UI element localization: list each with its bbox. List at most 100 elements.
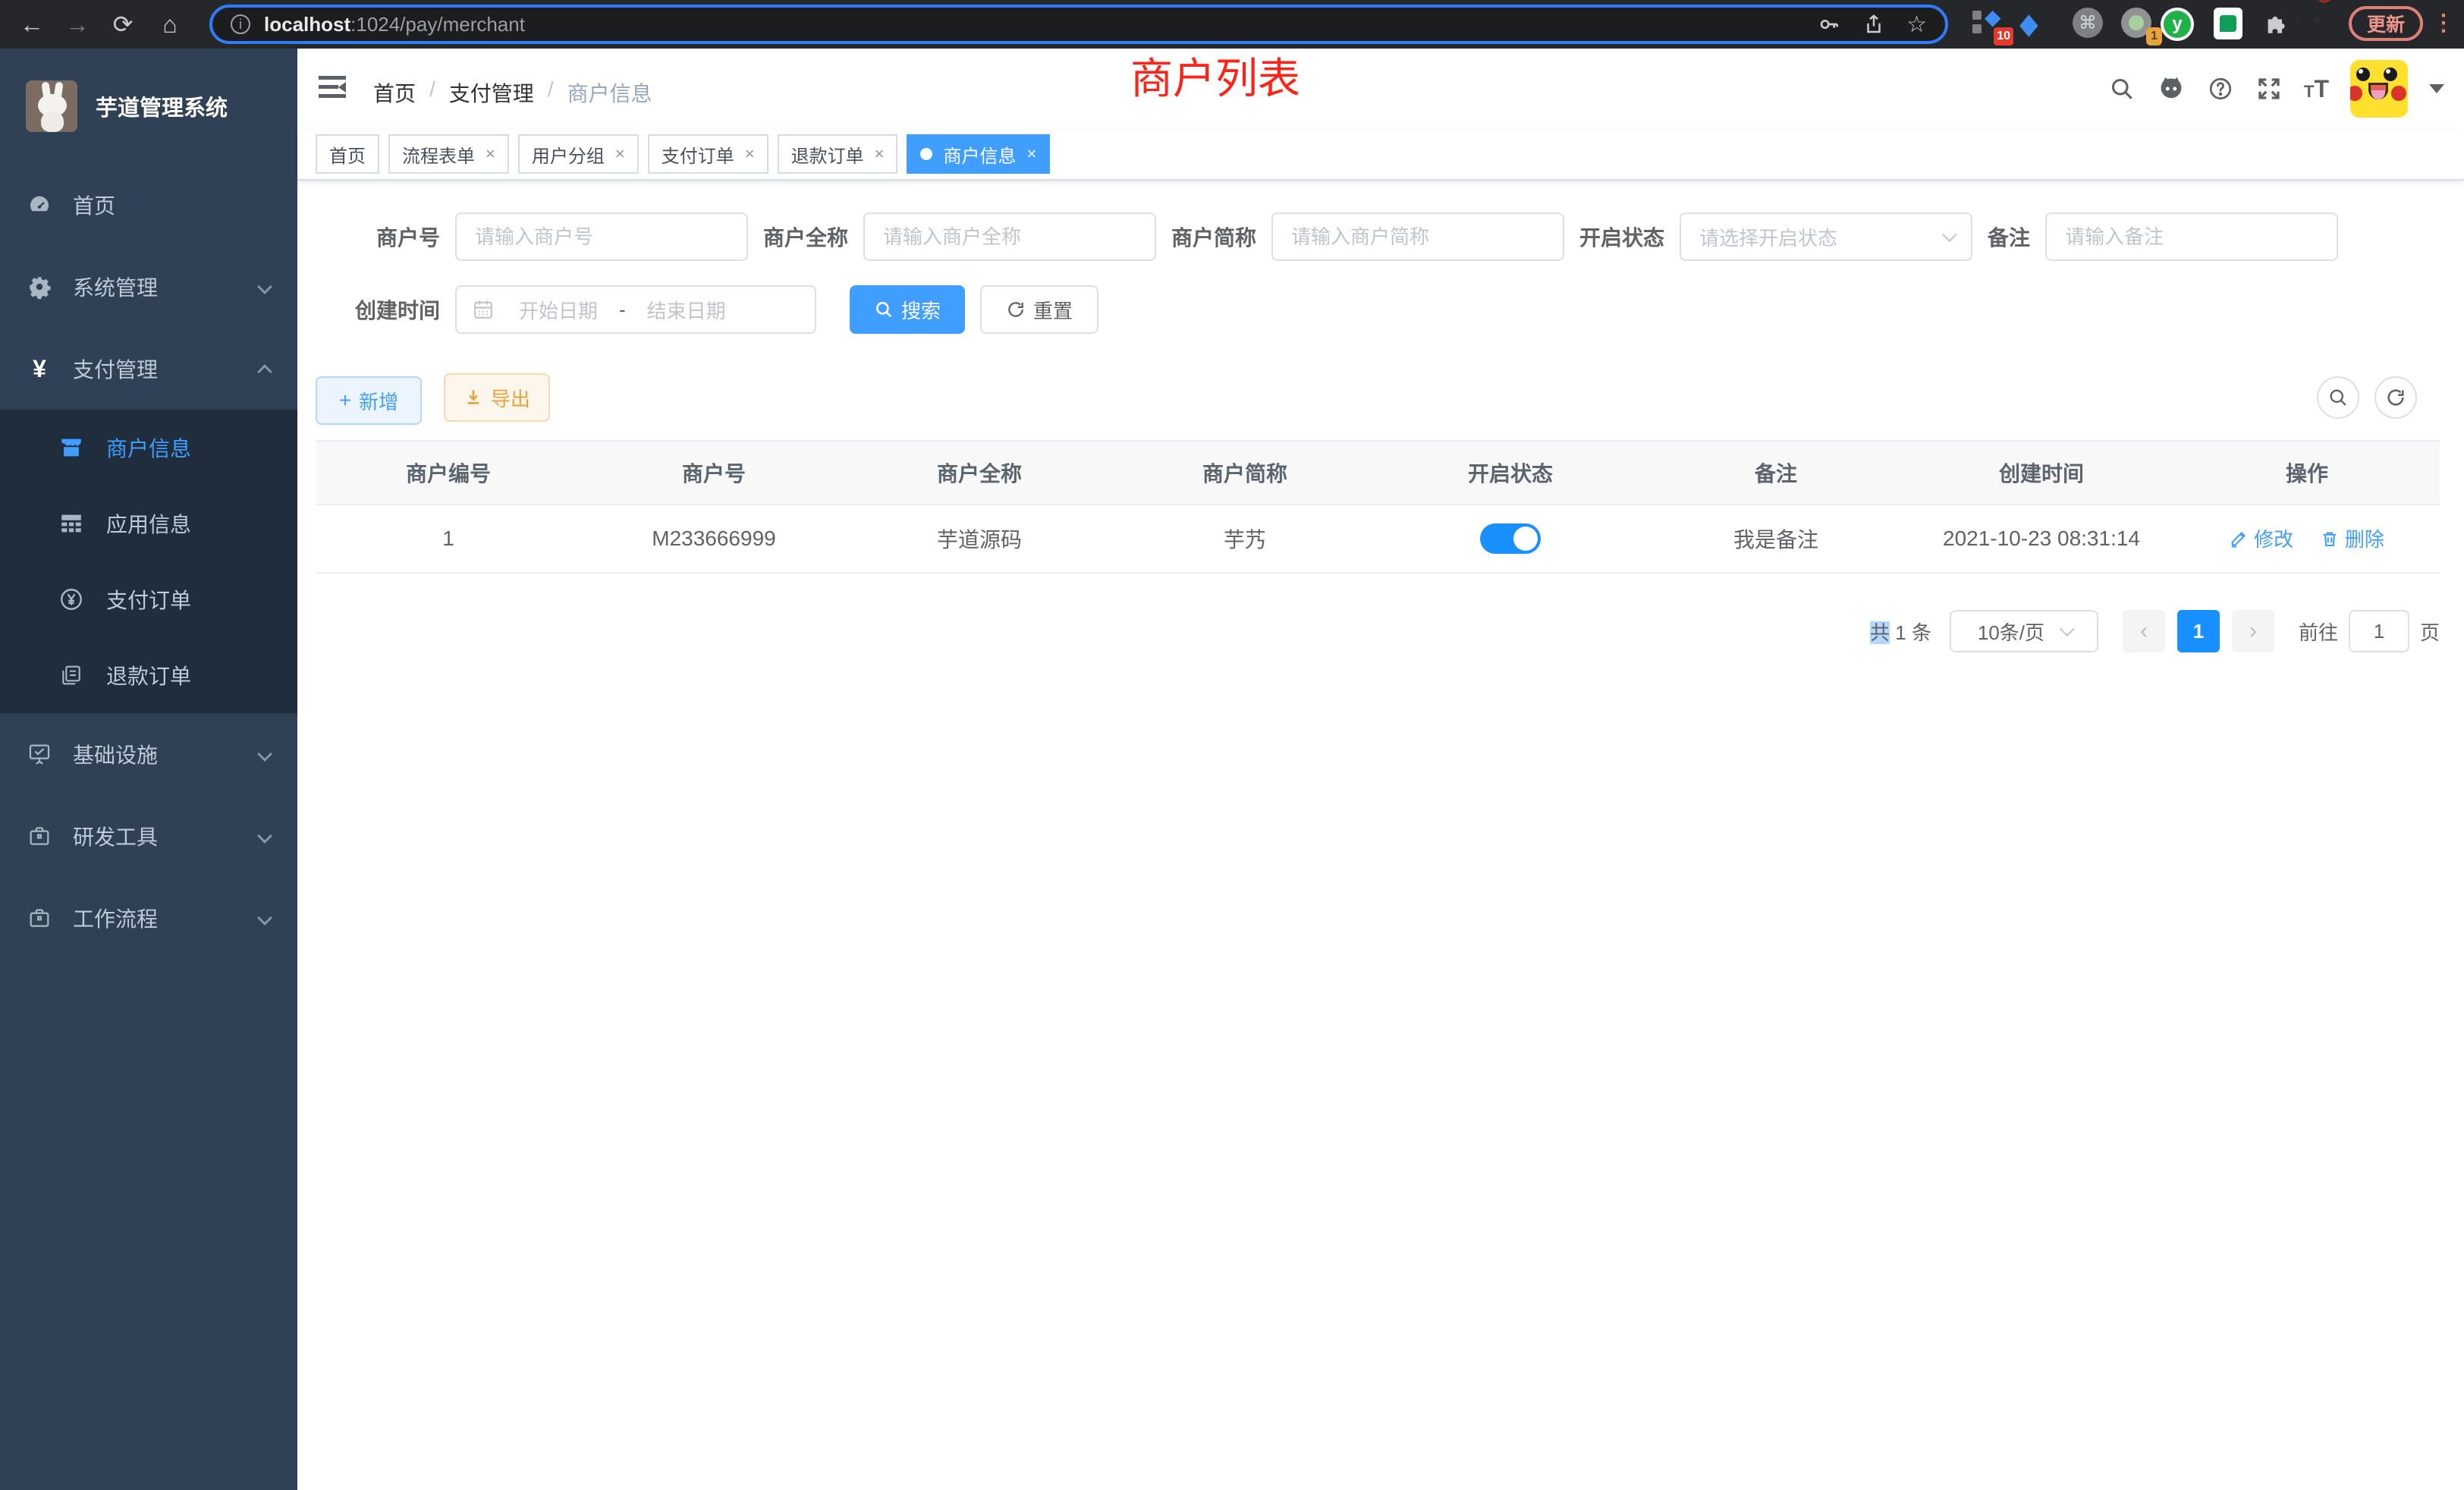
close-icon[interactable]: × bbox=[615, 144, 625, 164]
extension-gem-icon[interactable]: ◆ bbox=[2019, 9, 2053, 42]
briefcase-icon bbox=[26, 823, 53, 849]
tab-refund-order[interactable]: 退款订单× bbox=[778, 134, 898, 174]
extension-command-icon[interactable]: ⌘ bbox=[2073, 8, 2106, 41]
avatar-caret-icon[interactable] bbox=[2429, 84, 2444, 93]
breadcrumb-current: 商户信息 bbox=[567, 77, 652, 108]
sidebar-item-label: 首页 bbox=[73, 190, 276, 220]
sidebar-item-system[interactable]: 系统管理 bbox=[0, 246, 297, 328]
tab-user-group[interactable]: 用户分组× bbox=[518, 134, 639, 174]
full-name-input[interactable] bbox=[863, 212, 1156, 261]
delete-link[interactable]: 删除 bbox=[2321, 524, 2384, 552]
sidebar-item-pay-order[interactable]: 支付订单 bbox=[0, 561, 297, 637]
github-icon[interactable] bbox=[2157, 74, 2186, 103]
extension-meet-icon[interactable]: ◆ 10 bbox=[1972, 8, 2006, 41]
filter-create-time: 创建时间 开始日期 - 结束日期 bbox=[337, 285, 816, 334]
sidebar-collapse-icon[interactable] bbox=[319, 76, 346, 100]
add-button[interactable]: + 新增 bbox=[316, 376, 422, 425]
date-range-picker[interactable]: 开始日期 - 结束日期 bbox=[455, 285, 816, 334]
tab-home[interactable]: 首页 bbox=[316, 134, 379, 174]
browser-update-button[interactable]: 更新 bbox=[2349, 6, 2423, 41]
browser-reload-button[interactable]: ⟳ bbox=[103, 0, 143, 49]
profile-emoji-icon[interactable] bbox=[2308, 8, 2341, 41]
sidebar-item-app-info[interactable]: 应用信息 bbox=[0, 486, 297, 561]
sidebar-item-devtools[interactable]: 研发工具 bbox=[0, 795, 297, 877]
status-toggle[interactable] bbox=[1480, 523, 1541, 554]
sidebar-item-merchant-info[interactable]: 商户信息 bbox=[0, 410, 297, 486]
refresh-button[interactable] bbox=[2374, 376, 2417, 419]
search-icon[interactable] bbox=[2108, 75, 2136, 102]
sidebar-item-label: 系统管理 bbox=[73, 272, 259, 302]
browser-home-button[interactable]: ⌂ bbox=[150, 0, 190, 49]
download-icon bbox=[464, 388, 483, 407]
monitor-icon bbox=[26, 741, 53, 767]
sidebar-item-payment[interactable]: ¥ 支付管理 bbox=[0, 328, 297, 410]
tab-flow-form[interactable]: 流程表单× bbox=[388, 134, 509, 174]
cell-status bbox=[1378, 523, 1643, 554]
reset-button[interactable]: 重置 bbox=[980, 285, 1098, 334]
browser-forward-button[interactable]: → bbox=[58, 0, 97, 49]
yen-icon: ¥ bbox=[26, 355, 53, 383]
browser-back-button[interactable]: ← bbox=[12, 0, 52, 49]
col-header: 商户编号 bbox=[316, 457, 581, 488]
merchant-no-input[interactable] bbox=[455, 212, 748, 261]
fullscreen-icon[interactable] bbox=[2255, 75, 2283, 102]
chevron-down-icon bbox=[257, 747, 272, 762]
filter-remark: 备注 bbox=[1988, 212, 2338, 261]
browser-menu-icon[interactable]: ⋮ bbox=[2432, 6, 2455, 41]
extension-chat-icon[interactable] bbox=[2214, 8, 2247, 41]
search-button[interactable]: 搜索 bbox=[850, 285, 965, 334]
cell-id: 1 bbox=[316, 527, 581, 551]
sidebar-item-label: 支付订单 bbox=[106, 584, 191, 615]
hide-search-button[interactable] bbox=[2317, 376, 2359, 419]
sidebar-item-label: 退款订单 bbox=[106, 660, 191, 690]
breadcrumb-payment[interactable]: 支付管理 bbox=[449, 77, 534, 108]
status-select[interactable]: 请选择开启状态 bbox=[1680, 212, 1972, 261]
close-icon[interactable]: × bbox=[745, 144, 755, 164]
sidebar-item-home[interactable]: 首页 bbox=[0, 164, 297, 246]
pagination: 共 1 条 10条/页 ‹ 1 › 前往 页 bbox=[1870, 610, 2440, 652]
share-icon[interactable] bbox=[1862, 12, 1885, 36]
page-1-button[interactable]: 1 bbox=[2177, 610, 2220, 652]
url-host: localhost bbox=[264, 13, 350, 36]
close-icon[interactable]: × bbox=[486, 144, 495, 164]
col-header: 商户号 bbox=[581, 457, 847, 488]
close-icon[interactable]: × bbox=[875, 144, 885, 164]
next-page-button[interactable]: › bbox=[2232, 610, 2274, 652]
sidebar-item-infra[interactable]: 基础设施 bbox=[0, 713, 297, 795]
export-button[interactable]: 导出 bbox=[444, 373, 550, 422]
prev-page-button[interactable]: ‹ bbox=[2123, 610, 2165, 652]
edit-link[interactable]: 修改 bbox=[2230, 524, 2293, 552]
breadcrumb-home[interactable]: 首页 bbox=[373, 77, 416, 108]
sidebar-item-workflow[interactable]: 工作流程 bbox=[0, 877, 297, 959]
close-icon[interactable]: × bbox=[1026, 144, 1036, 164]
address-bar[interactable]: i localhost :1024/pay/merchant ☆ bbox=[209, 5, 1948, 44]
browser-chrome: ← → ⟳ ⌂ i localhost :1024/pay/merchant ☆… bbox=[0, 0, 2464, 49]
user-avatar[interactable] bbox=[2350, 60, 2408, 118]
sidebar: 芋道管理系统 首页 系统管理 ¥ 支付管理 商户信息 bbox=[0, 49, 297, 1490]
plus-icon: + bbox=[339, 388, 351, 413]
site-info-icon[interactable]: i bbox=[231, 14, 250, 34]
app-logo[interactable]: 芋道管理系统 bbox=[0, 49, 297, 164]
password-key-icon[interactable] bbox=[1817, 12, 1841, 36]
goto-page-input[interactable] bbox=[2349, 610, 2409, 652]
help-icon[interactable] bbox=[2207, 75, 2234, 102]
trash-icon bbox=[2321, 530, 2339, 548]
extensions-puzzle-icon[interactable] bbox=[2264, 11, 2297, 44]
page-size-select[interactable]: 10条/页 bbox=[1950, 610, 2098, 652]
active-dot bbox=[920, 148, 932, 160]
short-name-input[interactable] bbox=[1271, 212, 1564, 261]
sidebar-item-refund-order[interactable]: 退款订单 bbox=[0, 637, 297, 713]
yen-circle-icon bbox=[58, 586, 85, 613]
sidebar-item-label: 应用信息 bbox=[106, 508, 191, 539]
tab-pay-order[interactable]: 支付订单× bbox=[648, 134, 768, 174]
bookmark-star-icon[interactable]: ☆ bbox=[1906, 11, 1927, 38]
col-header: 创建时间 bbox=[1909, 457, 2174, 488]
cell-short-name: 芋艿 bbox=[1112, 523, 1378, 554]
remark-input[interactable] bbox=[2045, 212, 2338, 261]
filter-label: 商户号 bbox=[337, 222, 440, 252]
extension-gray-icon[interactable]: 1 bbox=[2121, 8, 2154, 41]
extension-y-icon[interactable]: y bbox=[2161, 8, 2194, 41]
tab-merchant-info[interactable]: 商户信息× bbox=[907, 134, 1050, 174]
filter-status: 开启状态 请选择开启状态 bbox=[1579, 212, 1972, 261]
font-size-icon[interactable]: TT bbox=[2304, 75, 2329, 103]
